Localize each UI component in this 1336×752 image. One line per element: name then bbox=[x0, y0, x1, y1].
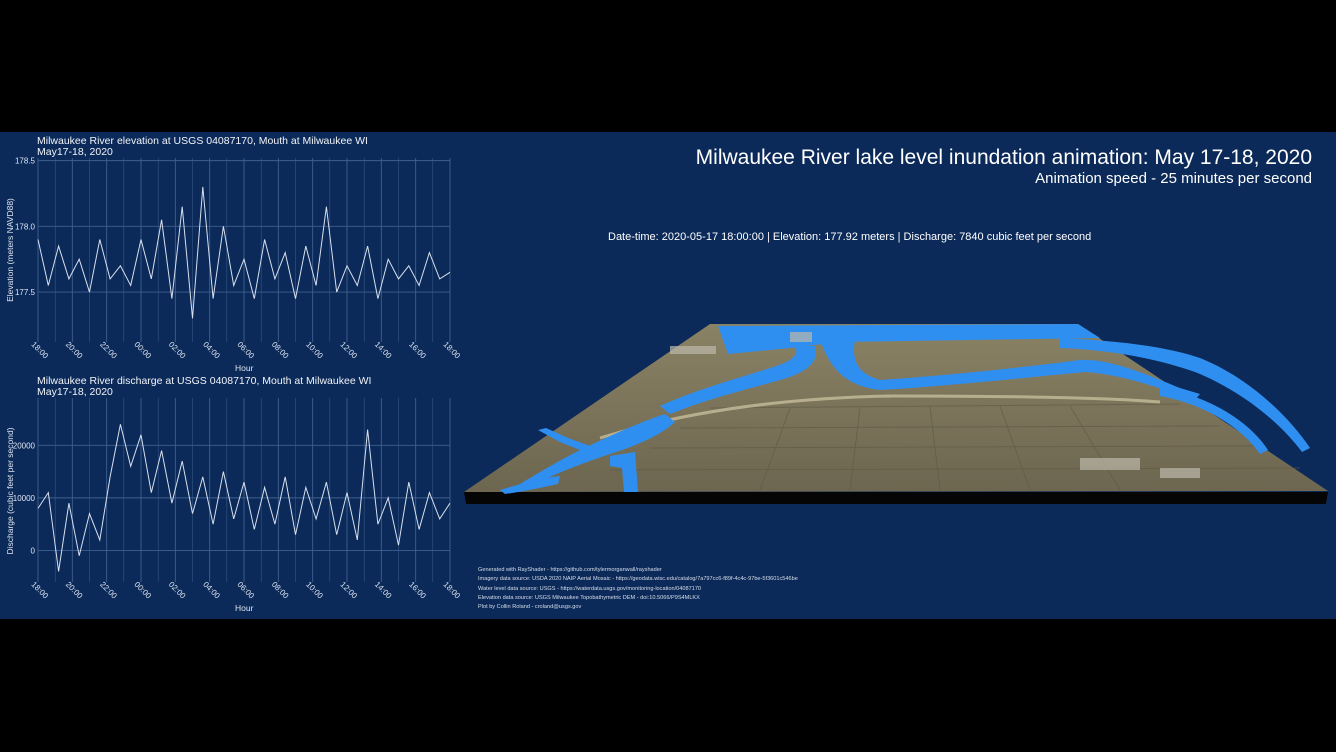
y-tick-label: 20000 bbox=[13, 441, 36, 450]
x-tick-label: 16:00 bbox=[407, 580, 428, 601]
x-tick-label: 00:00 bbox=[133, 580, 154, 601]
elevation-x-axis-label: Hour bbox=[235, 363, 254, 373]
terrain-base bbox=[464, 492, 1328, 504]
x-tick-label: 12:00 bbox=[339, 340, 360, 361]
x-tick-label: 08:00 bbox=[270, 340, 291, 361]
y-tick-label: 178.5 bbox=[15, 157, 36, 166]
animation-subtitle: Animation speed - 25 minutes per second bbox=[1035, 170, 1312, 187]
credit-line: Imagery data source: USDA 2020 NAIP Aeri… bbox=[478, 576, 798, 583]
credits-block: Generated with RayShader - https://githu… bbox=[478, 566, 798, 612]
x-tick-label: 10:00 bbox=[304, 580, 325, 601]
credit-line: Elevation data source: USGS Milwaukee To… bbox=[478, 594, 700, 601]
discharge-chart: 0 10000 20000 18:00 20:00 22:00 00:00 02:00 04:0… bbox=[13, 398, 460, 601]
status-readout: Date-time: 2020-05-17 18:00:00 | Elevati… bbox=[608, 231, 1092, 243]
x-tick-label: 18:00 bbox=[30, 580, 51, 601]
x-tick-label: 18:00 bbox=[442, 340, 460, 361]
x-tick-label: 04:00 bbox=[201, 580, 222, 601]
terrain-surface bbox=[464, 324, 1328, 492]
x-tick-label: 10:00 bbox=[304, 340, 325, 361]
credit-line: Plot by Collin Roland - croland@usgs.gov bbox=[478, 604, 582, 611]
x-tick-label: 18:00 bbox=[442, 580, 460, 601]
credit-line: Generated with RayShader - https://githu… bbox=[478, 567, 662, 573]
x-tick-label: 20:00 bbox=[64, 580, 85, 601]
x-tick-label: 02:00 bbox=[167, 340, 188, 361]
x-tick-label: 06:00 bbox=[236, 340, 257, 361]
x-tick-label: 22:00 bbox=[98, 340, 119, 361]
discharge-x-axis-label: Hour bbox=[235, 603, 254, 613]
y-tick-label: 177.5 bbox=[15, 288, 36, 297]
credit-line: Water level data source: USGS - https://… bbox=[478, 585, 702, 592]
x-tick-label: 04:00 bbox=[201, 340, 222, 361]
x-tick-label: 02:00 bbox=[167, 580, 188, 601]
x-tick-label: 18:00 bbox=[30, 340, 51, 361]
x-tick-label: 14:00 bbox=[373, 580, 394, 601]
x-tick-label: 08:00 bbox=[270, 580, 291, 601]
x-tick-label: 20:00 bbox=[64, 340, 85, 361]
y-tick-label: 178.0 bbox=[15, 222, 36, 231]
animation-title: Milwaukee River lake level inundation an… bbox=[695, 146, 1312, 169]
y-tick-label: 0 bbox=[31, 546, 36, 555]
x-tick-label: 12:00 bbox=[339, 580, 360, 601]
x-tick-label: 16:00 bbox=[407, 340, 428, 361]
elevation-chart: 177.5 178.0 178.5 18:00 20:00 22:00 00:00 02:00… bbox=[15, 157, 460, 361]
y-tick-label: 10000 bbox=[13, 494, 36, 503]
terrain-3d-render bbox=[464, 324, 1328, 504]
x-tick-label: 06:00 bbox=[236, 580, 257, 601]
x-tick-label: 22:00 bbox=[98, 580, 119, 601]
x-tick-label: 14:00 bbox=[373, 340, 394, 361]
x-tick-label: 00:00 bbox=[133, 340, 154, 361]
